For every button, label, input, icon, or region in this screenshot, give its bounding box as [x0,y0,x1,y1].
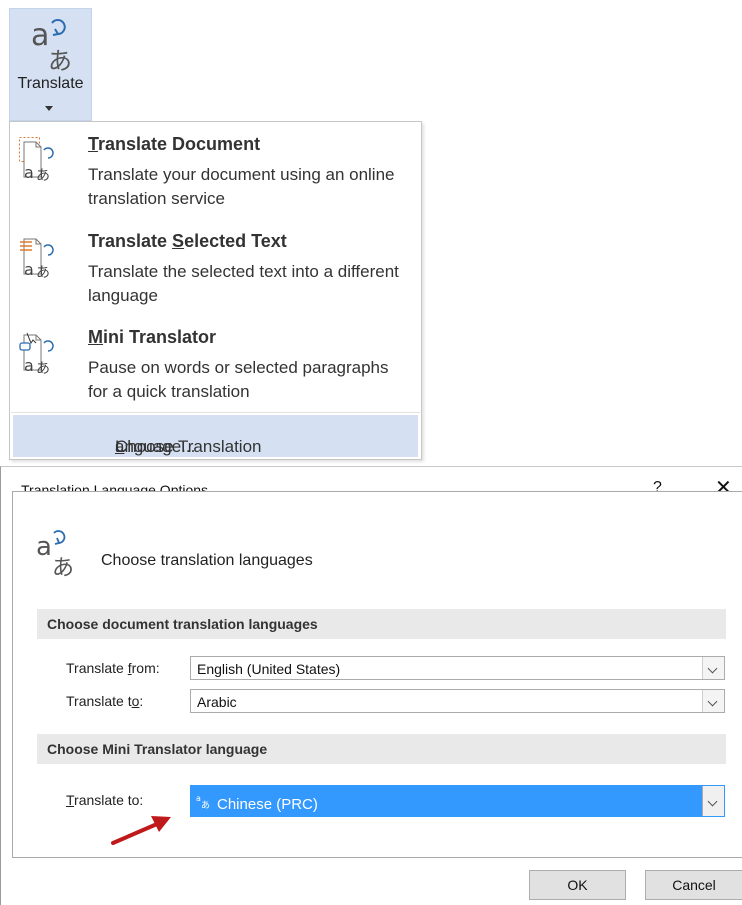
svg-text:a: a [24,163,34,182]
translate-icon: a あ [36,530,74,579]
menu-item-translate-document[interactable]: a あ Translate Document Translate your do… [10,122,421,218]
chevron-down-icon[interactable] [702,657,724,679]
translate-to-select[interactable]: Arabic [190,689,725,713]
mini-translator-language-select[interactable]: a あ Chinese (PRC) [190,785,725,817]
translate-ribbon-label: Translate [17,75,84,92]
translate-document-icon: a あ [19,137,54,184]
svg-text:a: a [24,356,34,375]
menu-item-title: Translate Selected Text [88,231,287,251]
menu-item-title: Mini Translator [88,327,217,347]
translate-from-value: English (United States) [197,661,341,677]
dialog-header-text: Choose translation languages [101,552,313,569]
translate-icon: a あ [31,18,72,73]
translation-language-options-dialog: Translation Language Options ? ✕ a あ Cho… [0,466,742,905]
mini-translate-to-label: Translate to: [66,792,144,808]
translate-icon: a あ [196,794,210,809]
svg-text:あ: あ [36,168,50,184]
svg-text:あ: あ [201,800,210,809]
menu-item-description: Translate the selected text into a diffe… [88,262,399,305]
svg-text:a: a [31,18,49,53]
translate-to-label: Translate to: [66,693,144,709]
svg-text:a: a [24,260,34,279]
svg-text:あ: あ [48,47,72,73]
chevron-down-icon[interactable] [702,786,724,816]
svg-text:あ: あ [52,556,74,579]
translate-from-label: Translate from: [66,660,160,676]
translate-to-value: Arabic [197,694,237,710]
menu-item-description: Translate your document using an online … [88,165,395,208]
menu-item-title: Translate Document [88,134,261,154]
translate-selection-icon: a あ [20,238,54,281]
translate-dropdown-menu: a あ Translate Document Translate your do… [9,121,422,460]
menu-item-mini-translator[interactable]: a あ Mini Translator Pause on words or se… [10,315,421,411]
chevron-down-icon[interactable] [702,690,724,712]
choose-translation-language-item[interactable]: Choose Translation Language... [13,415,418,457]
menu-item-description: Pause on words or selected paragraphs fo… [88,358,389,401]
cancel-button[interactable]: Cancel [645,870,742,900]
translate-ribbon-button[interactable]: a あ Translate [9,8,92,121]
menu-separator [11,412,420,413]
section-header-mini-translator: Choose Mini Translator language [37,734,726,764]
mini-translator-language-value: Chinese (PRC) [217,796,318,813]
svg-text:あ: あ [36,361,50,377]
dropdown-caret-icon [45,106,53,111]
svg-text:a: a [36,532,52,562]
menu-item-translate-selected-text[interactable]: a あ Translate Selected Text Translate th… [10,219,421,315]
translate-from-select[interactable]: English (United States) [190,656,725,680]
section-header-document-languages: Choose document translation languages [37,609,726,639]
ok-button[interactable]: OK [529,870,626,900]
red-arrow-icon [111,816,171,845]
svg-text:あ: あ [36,265,50,281]
mini-translator-icon: a あ [19,332,54,377]
